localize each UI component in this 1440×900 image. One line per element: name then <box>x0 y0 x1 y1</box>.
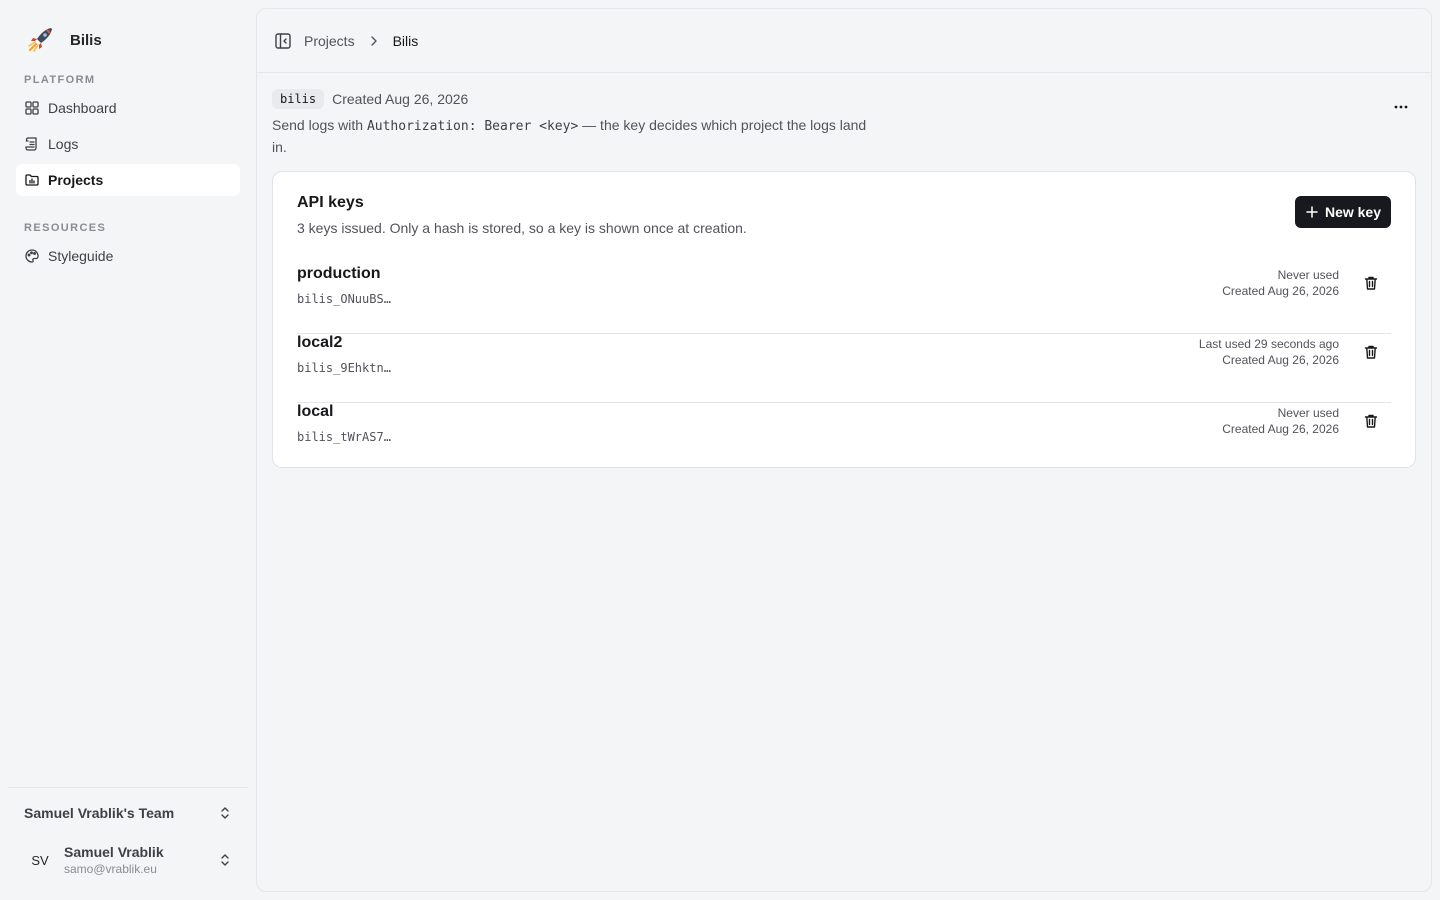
sidebar-item-label: Logs <box>48 136 79 152</box>
trash-icon <box>1364 414 1378 428</box>
delete-key-button[interactable] <box>1359 340 1383 364</box>
project-meta: bilis Created Aug 26, 2026 <box>272 89 468 109</box>
chevron-right-icon <box>370 35 377 46</box>
key-meta: Never used Created Aug 26, 2026 <box>1222 267 1339 299</box>
key-created: Created Aug 26, 2026 <box>1222 284 1339 298</box>
new-key-label: New key <box>1324 204 1381 220</box>
folder-chart-icon <box>25 174 39 186</box>
key-usage: Never used <box>1277 268 1339 282</box>
auth-header-code: Authorization: Bearer <key> <box>366 119 579 134</box>
api-key-row: local bilis_tWrAS7… Never used Created A… <box>297 403 1391 472</box>
sidebar-item-dashboard[interactable]: Dashboard <box>16 92 240 124</box>
key-meta: Never used Created Aug 26, 2026 <box>1222 405 1339 437</box>
key-meta: Last used 29 seconds ago Created Aug 26,… <box>1199 336 1339 368</box>
sidebar-item-label: Dashboard <box>48 100 117 116</box>
sidebar: Bilis PLATFORM Dashboard Logs Projects R… <box>0 0 256 900</box>
key-name: local2 <box>297 334 343 351</box>
sidebar-toggle-icon[interactable] <box>274 32 292 50</box>
desc-prefix: Send logs with <box>272 117 367 133</box>
group-label-platform: PLATFORM <box>24 74 96 86</box>
key-name: production <box>297 265 381 282</box>
breadcrumb-projects[interactable]: Projects <box>304 33 355 49</box>
api-keys-card: API keys 3 keys issued. Only a hash is s… <box>272 171 1416 468</box>
team-name: Samuel Vrablik's Team <box>24 805 175 821</box>
topbar: Projects Bilis <box>257 9 1431 73</box>
sidebar-item-label: Projects <box>48 172 104 188</box>
main-panel: Projects Bilis bilis Created Aug 26, 202… <box>256 8 1432 892</box>
rocket-logo-icon <box>28 28 52 52</box>
delete-key-button[interactable] <box>1359 271 1383 295</box>
key-prefix: bilis_9Ehktn… <box>297 361 391 375</box>
breadcrumb-current: Bilis <box>392 32 419 49</box>
scroll-icon <box>25 137 37 151</box>
new-key-button[interactable]: New key <box>1294 196 1391 228</box>
brand[interactable]: Bilis <box>24 24 102 56</box>
more-options-button[interactable] <box>1387 93 1415 121</box>
key-name: local <box>297 403 334 420</box>
breadcrumb: Projects Bilis <box>292 33 418 49</box>
project-slug-badge: bilis <box>272 89 325 109</box>
key-created: Created Aug 26, 2026 <box>1222 422 1339 436</box>
chevrons-up-down-icon <box>221 854 229 866</box>
group-label-resources: RESOURCES <box>24 222 107 234</box>
user-menu[interactable]: SV Samuel Vrablik samo@vrablik.eu <box>16 836 240 884</box>
key-created: Created Aug 26, 2026 <box>1222 353 1339 367</box>
api-key-row: local2 bilis_9Ehktn… Last used 29 second… <box>297 334 1391 403</box>
user-name: Samuel Vrablik <box>64 844 164 860</box>
key-prefix: bilis_tWrAS7… <box>297 430 391 444</box>
sidebar-item-label: Styleguide <box>48 248 114 264</box>
user-email: samo@vrablik.eu <box>64 862 157 876</box>
palette-icon <box>25 249 39 263</box>
delete-key-button[interactable] <box>1359 409 1383 433</box>
project-created: Created Aug 26, 2026 <box>332 91 469 107</box>
chevrons-up-down-icon <box>221 807 229 819</box>
brand-name: Bilis <box>70 31 102 49</box>
sidebar-divider <box>8 787 248 788</box>
ellipsis-icon <box>1394 105 1408 109</box>
sidebar-item-styleguide[interactable]: Styleguide <box>16 240 240 272</box>
avatar: SV <box>31 852 49 868</box>
sidebar-item-logs[interactable]: Logs <box>16 128 240 160</box>
key-usage: Never used <box>1277 406 1339 420</box>
api-key-row: production bilis_ONuuBS… Never used Crea… <box>297 265 1391 334</box>
sidebar-item-projects[interactable]: Projects <box>16 164 240 196</box>
card-title: API keys <box>297 194 364 211</box>
project-description: Send logs with Authorization: Bearer <ke… <box>272 115 872 157</box>
key-usage: Last used 29 seconds ago <box>1198 337 1339 351</box>
team-switcher[interactable]: Samuel Vrablik's Team <box>16 797 240 829</box>
trash-icon <box>1364 276 1378 290</box>
card-subtitle: 3 keys issued. Only a hash is stored, so… <box>297 220 747 236</box>
key-prefix: bilis_ONuuBS… <box>297 292 391 306</box>
trash-icon <box>1364 345 1378 359</box>
plus-icon <box>1306 206 1318 218</box>
grid-icon <box>25 101 39 115</box>
